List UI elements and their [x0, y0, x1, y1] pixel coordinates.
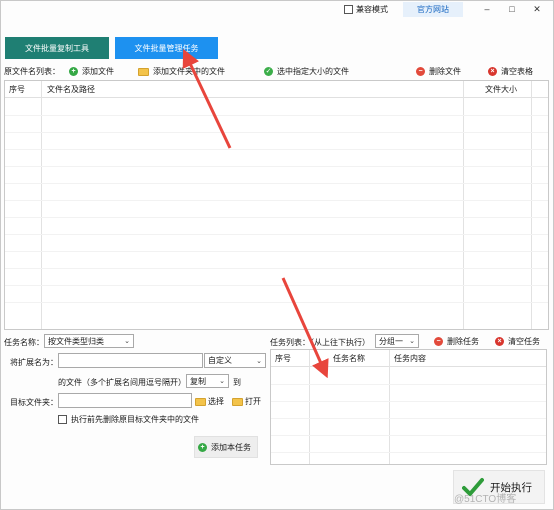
official-site-link[interactable]: 官方网站 — [403, 2, 463, 17]
column-header-index: 序号 — [275, 354, 291, 363]
task-name-value: 按文件类型归类 — [48, 336, 104, 346]
column-header-task-name: 任务名称 — [333, 354, 365, 363]
row-line — [5, 115, 548, 116]
choose-folder-button[interactable]: 选择 — [195, 396, 224, 407]
source-toolbar: 原文件名列表： + 添加文件 添加文件夹中的文件 ✓ 选中指定大小的文件 − 删… — [0, 64, 554, 80]
clear-icon: × — [495, 337, 504, 346]
row-line — [271, 452, 546, 453]
target-folder-label: 目标文件夹： — [10, 398, 58, 407]
clear-tasks-label: 清空任务 — [508, 337, 540, 346]
plus-icon: + — [198, 442, 207, 452]
delete-file-button[interactable]: − 删除文件 — [416, 66, 461, 77]
row-line — [5, 285, 548, 286]
folder-open-icon — [232, 397, 243, 406]
column-header-size: 文件大小 — [485, 85, 517, 94]
column-header-path: 文件名及路径 — [47, 85, 95, 94]
select-by-size-label: 选中指定大小的文件 — [277, 67, 349, 76]
source-list-label: 原文件名列表： — [4, 67, 60, 76]
group-select[interactable]: 分组一 ⌄ — [375, 334, 419, 348]
open-label: 打开 — [245, 397, 261, 406]
tab-file-manage-task[interactable]: 文件批量管理任务 — [115, 37, 218, 59]
action-value: 复制 — [190, 376, 206, 386]
ext-hint: 的文件（多个扩展名间用逗号隔开） — [58, 378, 186, 387]
delete-first-toggle[interactable]: 执行前先删除原目标文件夹中的文件 — [58, 414, 199, 425]
column-divider — [389, 350, 390, 464]
row-line — [5, 268, 548, 269]
minus-icon: − — [416, 67, 425, 76]
target-folder-input[interactable] — [58, 393, 192, 408]
column-divider — [41, 81, 42, 329]
delete-first-label: 执行前先删除原目标文件夹中的文件 — [71, 415, 199, 424]
task-table-header: 序号 任务名称 任务内容 — [271, 350, 546, 367]
column-header-task-content: 任务内容 — [394, 354, 426, 363]
select-by-size-button[interactable]: ✓ 选中指定大小的文件 — [264, 66, 349, 77]
minimize-icon[interactable]: – — [478, 2, 496, 16]
choose-label: 选择 — [208, 397, 224, 406]
row-line — [5, 149, 548, 150]
action-select[interactable]: 复制 ⌄ — [186, 374, 229, 388]
clear-table-label: 清空表格 — [501, 67, 533, 76]
row-line — [5, 132, 548, 133]
delete-first-checkbox[interactable] — [58, 415, 67, 424]
group-value: 分组一 — [379, 336, 403, 346]
chevron-down-icon: ⌄ — [219, 378, 225, 385]
ext-label: 将扩展名为： — [10, 358, 58, 367]
plus-icon: + — [69, 67, 78, 76]
row-line — [5, 302, 548, 303]
add-task-label: 添加本任务 — [211, 442, 251, 452]
row-line — [5, 183, 548, 184]
ext-input[interactable] — [58, 353, 203, 368]
source-table-header: 序号 文件名及路径 文件大小 — [5, 81, 548, 98]
clear-table-button[interactable]: × 清空表格 — [488, 66, 533, 77]
source-file-table[interactable]: 序号 文件名及路径 文件大小 — [4, 80, 549, 330]
compat-mode-label: 兼容模式 — [356, 5, 388, 14]
chevron-down-icon: ⌄ — [409, 338, 415, 345]
compat-mode-toggle[interactable]: 兼容模式 — [344, 4, 388, 15]
delete-task-button[interactable]: − 删除任务 — [434, 336, 479, 347]
row-line — [5, 200, 548, 201]
delete-file-label: 删除文件 — [429, 67, 461, 76]
open-folder-button[interactable]: 打开 — [232, 396, 261, 407]
watermark: @51CTO博客 — [454, 494, 517, 505]
folder-icon — [195, 397, 206, 406]
close-icon[interactable]: ✕ — [528, 2, 546, 16]
task-table[interactable]: 序号 任务名称 任务内容 — [270, 349, 547, 465]
row-line — [271, 401, 546, 402]
clear-icon: × — [488, 67, 497, 76]
row-line — [271, 418, 546, 419]
maximize-icon[interactable]: □ — [503, 2, 521, 16]
chevron-down-icon: ⌄ — [124, 338, 130, 345]
delete-task-label: 删除任务 — [447, 337, 479, 346]
add-folder-files-label: 添加文件夹中的文件 — [153, 67, 225, 76]
add-task-button[interactable]: + 添加本任务 — [194, 436, 258, 458]
folder-icon — [138, 67, 149, 76]
row-line — [271, 384, 546, 385]
check-icon: ✓ — [264, 67, 273, 76]
row-line — [5, 251, 548, 252]
column-divider — [309, 350, 310, 464]
row-line — [5, 234, 548, 235]
to-label: 到 — [233, 378, 241, 387]
add-file-button[interactable]: + 添加文件 — [69, 66, 114, 77]
row-line — [271, 435, 546, 436]
task-name-select[interactable]: 按文件类型归类 ⌄ — [44, 334, 134, 348]
compat-mode-checkbox[interactable] — [344, 5, 353, 14]
row-line — [5, 166, 548, 167]
add-folder-files-button[interactable]: 添加文件夹中的文件 — [138, 66, 225, 77]
add-file-label: 添加文件 — [82, 67, 114, 76]
ext-mode-value: 自定义 — [208, 356, 232, 365]
column-divider — [463, 81, 464, 329]
minus-icon: − — [434, 337, 443, 346]
ext-mode-select[interactable]: 自定义 ⌄ — [204, 353, 266, 368]
chevron-down-icon: ⌄ — [256, 357, 262, 365]
column-header-index: 序号 — [9, 85, 25, 94]
tab-file-copy-tool[interactable]: 文件批量复制工具 — [5, 37, 109, 59]
task-name-label: 任务名称： — [4, 338, 44, 347]
row-line — [5, 217, 548, 218]
column-divider — [531, 81, 532, 329]
clear-tasks-button[interactable]: × 清空任务 — [495, 336, 540, 347]
task-list-label: 任务列表：（从上往下执行） — [270, 338, 370, 347]
